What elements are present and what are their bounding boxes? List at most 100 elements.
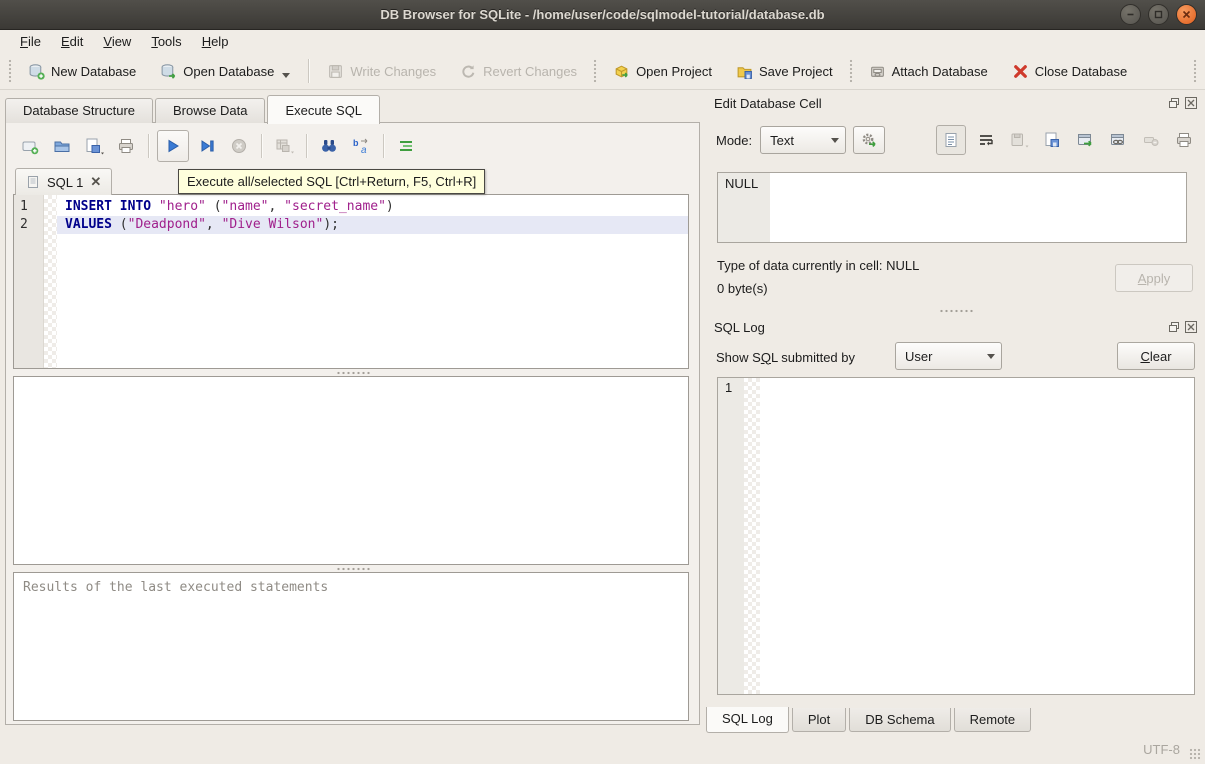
revert-changes-label: Revert Changes xyxy=(483,64,577,79)
text-mode-button[interactable] xyxy=(936,125,966,155)
save-results-button xyxy=(270,132,298,160)
window-title: DB Browser for SQLite - /home/user/code/… xyxy=(380,7,824,22)
results-message-panel[interactable]: Results of the last executed statements xyxy=(13,572,689,721)
svg-text:b: b xyxy=(353,138,359,148)
mode-combobox[interactable]: Text xyxy=(760,126,846,154)
log-line-number-gutter: 1 xyxy=(718,378,744,694)
execute-current-line-button[interactable] xyxy=(193,132,221,160)
clear-log-button[interactable]: Clear xyxy=(1117,342,1195,370)
tab-browse-data[interactable]: Browse Data xyxy=(155,98,265,123)
sql-log-view[interactable]: 1 xyxy=(717,377,1195,695)
code-line-2: VALUES ("Deadpond", "Dive Wilson"); xyxy=(57,216,688,234)
close-panel-icon[interactable] xyxy=(1185,321,1197,333)
results-grid-panel[interactable] xyxy=(13,376,689,565)
apply-auto-button[interactable] xyxy=(853,126,885,154)
new-database-button[interactable]: New Database xyxy=(19,58,145,85)
menu-edit[interactable]: Edit xyxy=(51,32,93,51)
stop-execution-icon xyxy=(230,137,248,155)
sql-editor: 1 2 INSERT INTO "hero" ("name", "secret_… xyxy=(13,194,689,369)
main-toolbar: New Database Open Database Write Changes… xyxy=(0,53,1205,90)
execute-current-line-icon xyxy=(198,137,216,155)
open-database-button[interactable]: Open Database xyxy=(151,58,299,85)
maximize-button[interactable] xyxy=(1148,4,1169,25)
menu-help[interactable]: Help xyxy=(192,32,239,51)
menu-file[interactable]: File xyxy=(10,32,51,51)
execute-all-button[interactable] xyxy=(157,130,189,162)
sql-toolbar-separator xyxy=(383,134,384,158)
print-cell-button[interactable] xyxy=(1171,127,1197,153)
toolbar-handle[interactable] xyxy=(1193,59,1197,83)
close-panel-icon[interactable] xyxy=(1185,97,1197,109)
mode-value: Text xyxy=(761,133,825,148)
toolbar-handle[interactable] xyxy=(849,59,853,83)
combo-caret-icon xyxy=(981,343,1001,369)
execute-all-icon xyxy=(164,137,182,155)
open-tab-icon xyxy=(21,137,39,155)
minimize-icon xyxy=(1125,9,1136,20)
export-data-button[interactable] xyxy=(1072,127,1098,153)
code-area[interactable]: INSERT INTO "hero" ("name", "secret_name… xyxy=(57,195,688,368)
find-replace-icon: b a xyxy=(352,137,370,155)
attach-database-button[interactable]: Attach Database xyxy=(860,58,997,85)
submitted-by-value: User xyxy=(896,349,981,364)
close-tab-icon[interactable]: ✕ xyxy=(90,174,101,190)
maximize-icon xyxy=(1153,9,1164,20)
sql-tab-bar: SQL 1 ✕ xyxy=(15,168,112,195)
dock-tab-plot[interactable]: Plot xyxy=(792,708,846,732)
menu-view[interactable]: View xyxy=(93,32,141,51)
window-resize-grip[interactable] xyxy=(1189,748,1202,761)
log-fold-margin xyxy=(744,378,760,694)
float-panel-icon[interactable] xyxy=(1168,321,1180,333)
save-as-icon xyxy=(1043,131,1061,149)
dock-tab-db-schema[interactable]: DB Schema xyxy=(849,708,950,732)
toolbar-handle[interactable] xyxy=(593,59,597,83)
menu-tools[interactable]: Tools xyxy=(141,32,191,51)
find-replace-button[interactable]: b a xyxy=(347,132,375,160)
word-wrap-button[interactable] xyxy=(973,127,999,153)
open-project-button[interactable]: Open Project xyxy=(604,58,721,85)
sql-toolbar: b a xyxy=(14,127,691,165)
sql-toolbar-separator xyxy=(148,134,149,158)
open-tab-button[interactable] xyxy=(16,132,44,160)
save-sql-file-button[interactable] xyxy=(80,132,108,160)
tab-execute-sql[interactable]: Execute SQL xyxy=(267,95,380,124)
sql-tab-label: SQL 1 xyxy=(47,175,83,190)
new-database-icon xyxy=(28,63,45,80)
revert-changes-button: Revert Changes xyxy=(451,58,586,85)
status-bar: UTF-8 xyxy=(0,735,1205,764)
editor-splitter[interactable] xyxy=(6,369,699,376)
set-null-icon xyxy=(1142,131,1160,149)
close-button[interactable] xyxy=(1176,4,1197,25)
format-sql-button[interactable] xyxy=(392,132,420,160)
close-database-button[interactable]: Close Database xyxy=(1003,58,1137,85)
results-splitter[interactable] xyxy=(6,565,699,572)
dock-tab-remote[interactable]: Remote xyxy=(954,708,1032,732)
minimize-button[interactable] xyxy=(1120,4,1141,25)
submitted-by-combobox[interactable]: User xyxy=(895,342,1002,370)
toolbar-handle[interactable] xyxy=(8,59,12,83)
print-sql-button[interactable] xyxy=(112,132,140,160)
text-mode-icon xyxy=(942,131,960,149)
open-database-dropdown-icon[interactable] xyxy=(282,73,290,78)
open-sql-file-button[interactable] xyxy=(48,132,76,160)
tab-database-structure[interactable]: Database Structure xyxy=(5,98,153,123)
sql-1-tab[interactable]: SQL 1 ✕ xyxy=(15,168,112,195)
open-project-icon xyxy=(613,63,630,80)
save-project-button[interactable]: Save Project xyxy=(727,58,842,85)
dock-tab-sql-log[interactable]: SQL Log xyxy=(706,707,789,733)
cell-editor-title: Edit Database Cell xyxy=(714,96,1163,111)
save-as-button[interactable] xyxy=(1039,127,1065,153)
float-panel-icon[interactable] xyxy=(1168,97,1180,109)
write-changes-label: Write Changes xyxy=(350,64,436,79)
attach-database-icon xyxy=(869,63,886,80)
word-wrap-icon xyxy=(977,131,995,149)
find-button[interactable] xyxy=(315,132,343,160)
line-number-gutter: 1 2 xyxy=(14,195,44,368)
print-icon xyxy=(117,137,135,155)
execute-sql-page: b a SQL 1 ✕ 1 2 xyxy=(5,122,700,725)
cell-value-editor[interactable]: NULL xyxy=(717,172,1187,243)
dock-splitter[interactable] xyxy=(706,309,1205,313)
new-database-label: New Database xyxy=(51,64,136,79)
link-data-button[interactable] xyxy=(1105,127,1131,153)
menubar: File Edit View Tools Help xyxy=(0,30,1205,53)
